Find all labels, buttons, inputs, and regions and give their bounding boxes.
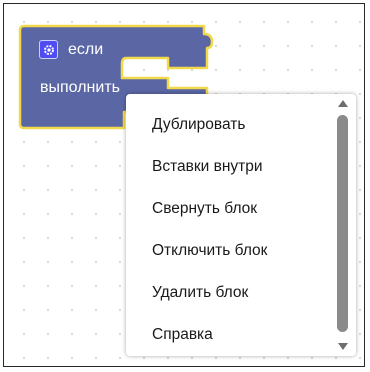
block-if-label: если <box>68 40 104 58</box>
menu-item-delete-block[interactable]: Удалить блок <box>152 284 248 302</box>
context-menu: Дублировать Вставки внутри Свернуть блок… <box>126 94 356 356</box>
block-do-label: выполнить <box>40 79 120 96</box>
scrollbar-thumb[interactable] <box>337 115 348 332</box>
menu-item-disable-block[interactable]: Отключить блок <box>152 242 267 260</box>
gear-icon[interactable] <box>39 40 58 59</box>
menu-item-help[interactable]: Справка <box>152 326 213 344</box>
menu-item-inline-inputs[interactable]: Вставки внутри <box>152 158 263 176</box>
arrow-up-icon[interactable] <box>338 100 348 107</box>
menu-scrollbar[interactable] <box>336 100 350 350</box>
block-if-row: если <box>39 40 103 59</box>
menu-item-collapse-block[interactable]: Свернуть блок <box>152 200 257 218</box>
workspace-canvas[interactable]: если выполнить Дублировать Вставки внутр… <box>3 3 365 367</box>
menu-item-duplicate[interactable]: Дублировать <box>152 116 245 134</box>
arrow-down-icon[interactable] <box>338 343 348 350</box>
block-do-row: выполнить <box>40 79 120 97</box>
